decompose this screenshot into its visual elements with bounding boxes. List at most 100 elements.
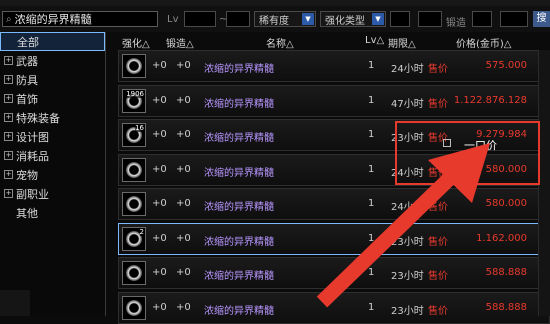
item-icon: 16 [122,123,146,147]
refine-value: +0 [176,60,191,71]
forge-min-input[interactable] [472,11,492,27]
refine-value: +0 [176,163,191,175]
sidebar-item[interactable]: + 设计图 [0,127,105,146]
sidebar-item-label: 宠物 [16,168,38,182]
forge-label: 锻造 [446,18,466,29]
level-value: 1 [368,94,375,106]
sidebar-item[interactable]: + 特殊装备 [0,108,105,127]
enhance-min-input[interactable] [390,11,410,27]
price-label: 售价 [428,305,448,317]
sidebar-item[interactable]: + 防具 [0,70,105,89]
enhance-value: +0 [152,232,167,244]
sidebar-item[interactable]: + 武器 [0,51,105,70]
table-row[interactable]: +0 +0 浓缩的异界精髓 1 23小时 售价 588.888 [118,257,550,289]
item-quantity: 2 [139,227,144,236]
refine-value: +0 [176,301,191,313]
expand-icon: + [4,170,13,179]
essence-orb-icon [126,265,142,281]
price-label: 售价 [428,271,448,282]
highlight-box [395,121,540,185]
rarity-dropdown[interactable]: 稀有度 ▼ [254,11,316,27]
lock-icon [443,139,451,147]
rarity-dropdown-label: 稀有度 [259,15,289,27]
chevron-down-icon: ▼ [372,13,384,25]
enhance-type-dropdown-label: 强化类型 [325,15,365,27]
expand-icon: + [4,132,13,141]
search-input[interactable]: ⌕ 浓缩的异界精髓 [2,11,158,27]
column-price[interactable]: 价格(金币)△ [456,35,512,50]
sidebar-item[interactable]: + 首饰 [0,89,105,108]
sidebar-item-label: 首饰 [16,92,38,106]
expand-icon: + [4,94,13,103]
time-left: 24小时 [391,64,424,75]
table-row[interactable]: 1906 +0 +0 浓缩的异界精髓 1 47小时 售价 1.122.876.128 [118,84,550,117]
sidebar-item-label: 副职业 [16,187,49,201]
enhance-max-input[interactable] [418,11,442,27]
sidebar-item-label: 特殊装备 [16,111,60,125]
sidebar-item[interactable]: 全部 [0,32,105,51]
price-value: 580.000 [485,198,527,209]
sidebar-item[interactable]: + 副职业 [0,184,105,203]
refine-value: +0 [176,267,191,278]
item-icon [122,261,146,285]
sidebar-item-label: 其他 [16,206,38,220]
category-sidebar: 全部 + 武器 + 防具 + 首饰 + 特殊装备 + 设计图 + 消耗品 + 宠物 + 副职业 其他 [0,32,106,316]
enhance-value: +0 [152,129,167,140]
time-left: 24小时 [391,202,424,213]
sidebar-item-label: 武器 [16,54,38,68]
price-label: 售价 [428,236,448,248]
chevron-down-icon: ▼ [302,13,314,25]
price-value: 1.162.000 [476,232,527,244]
table-row[interactable]: +0 +0 浓缩的异界精髓 1 24小时 售价 580.000 [118,188,550,220]
item-icon [122,54,146,78]
price-label: 售价 [428,202,448,213]
level-value: 1 [368,129,375,140]
table-row[interactable]: +0 +0 浓缩的异界精髓 1 24小时 售价 575.000 [118,50,550,82]
time-left: 23小时 [391,305,424,317]
buyout-label[interactable]: 一口价 [464,137,497,153]
price-label: 售价 [428,98,448,110]
expand-icon: + [4,75,13,84]
expand-icon: + [4,56,13,65]
column-refine[interactable]: 锻造△ [166,35,194,50]
item-name: 浓缩的异界精髓 [204,305,274,317]
refine-value: +0 [176,232,191,244]
item-name: 浓缩的异界精髓 [204,167,274,179]
column-headers: 强化△ 锻造△ 名称△ Lv△ 期限△ 价格(金币)△ [116,34,550,50]
level-value: 1 [368,301,375,313]
column-time[interactable]: 期限△ [388,35,416,50]
sidebar-item-label: 全部 [17,35,39,49]
enhance-value: +0 [152,94,167,106]
search-input-value: 浓缩的异界精髓 [14,13,92,26]
sidebar-item[interactable]: + 消耗品 [0,146,105,165]
column-name[interactable]: 名称△ [266,35,294,50]
search-icon: ⌕ [6,13,12,25]
enhance-type-dropdown[interactable]: 强化类型 ▼ [320,11,386,27]
essence-orb-icon [126,196,142,212]
price-value: 588.888 [485,267,527,278]
item-quantity: 1906 [126,89,144,98]
column-enhance[interactable]: 强化△ [122,35,150,50]
sidebar-item[interactable]: + 宠物 [0,165,105,184]
lv-max-input[interactable] [226,11,250,27]
expand-icon: + [4,189,13,198]
level-value: 1 [368,232,375,244]
level-value: 1 [368,163,375,175]
forge-max-input[interactable] [500,11,528,27]
essence-orb-icon [126,58,142,74]
price-value: 588.888 [485,301,527,313]
item-name: 浓缩的异界精髓 [204,202,274,213]
table-row[interactable]: +0 +0 浓缩的异界精髓 1 23小时 售价 588.888 [118,291,550,324]
search-button[interactable]: 搜 [533,11,550,27]
price-value: 1.122.876.128 [453,94,527,106]
refine-value: +0 [176,198,191,209]
item-name: 浓缩的异界精髓 [204,236,274,248]
lv-min-input[interactable] [184,11,216,27]
table-row[interactable]: 2 +0 +0 浓缩的异界精髓 1 23小时 售价 1.162.000 [118,222,550,255]
sidebar-item[interactable]: 其他 [0,203,105,222]
enhance-value: +0 [152,301,167,313]
time-left: 47小时 [391,98,424,110]
time-left: 23小时 [391,271,424,282]
sidebar-item-label: 设计图 [16,130,49,144]
column-lv[interactable]: Lv△ [365,35,384,46]
